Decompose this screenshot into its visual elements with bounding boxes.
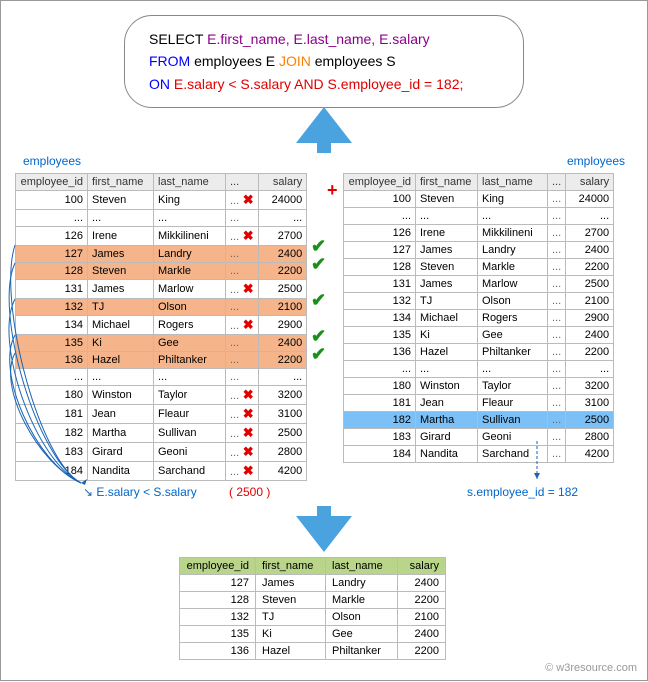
col-first-name: first_name (256, 558, 326, 575)
table-row: 132TJOlson2100 (180, 609, 446, 626)
table-row: 127JamesLandry...2400 (16, 246, 307, 263)
result-table: employee_id first_name last_name salary … (179, 557, 446, 660)
table-row: 183GirardGeoni... ✖2800 (16, 443, 307, 462)
table-row: 134MichaelRogers... ✖2900 (16, 316, 307, 335)
left-table-label: employees (23, 154, 81, 168)
sql-line-2: FROM employees E JOIN employees S (149, 50, 499, 72)
col-first-name: first_name (416, 174, 478, 191)
attribution-text: © w3resource.com (545, 662, 637, 674)
table-row: ............... (16, 210, 307, 227)
table-row: 184NanditaSarchand... ✖4200 (16, 462, 307, 481)
table-row: 180WinstonTaylor... ✖3200 (16, 386, 307, 405)
x-mark-icon: ✖ (242, 317, 254, 333)
kw-join: JOIN (279, 53, 311, 69)
table-row: 127JamesLandry...2400 (344, 242, 614, 259)
sql-statement-box: SELECT E.first_name, E.last_name, E.sala… (124, 15, 524, 108)
table-row: 100StevenKing...24000 (344, 191, 614, 208)
table-row: 184NanditaSarchand...4200 (344, 446, 614, 463)
right-table-label: employees (567, 154, 625, 168)
condition-left-value: ( 2500 ) (229, 485, 270, 499)
sql-table-s: employees S (315, 53, 396, 69)
col-first-name: first_name (88, 174, 154, 191)
condition-right-label: s.employee_id = 182 (467, 485, 578, 499)
col-salary: salary (566, 174, 614, 191)
table-row: 100StevenKing... ✖24000 (16, 191, 307, 210)
employees-table-s: employee_id first_name last_name ... sal… (343, 173, 614, 463)
x-mark-icon: ✖ (242, 192, 254, 208)
table-row: ............... (344, 361, 614, 378)
col-salary: salary (398, 558, 446, 575)
check-mark-icon: ✔ (311, 254, 326, 275)
col-last-name: last_name (478, 174, 548, 191)
employees-table-e: employee_id first_name last_name ... sal… (15, 173, 307, 481)
table-row: ............... (344, 208, 614, 225)
table-row: 128StevenMarkle2200 (180, 592, 446, 609)
kw-on: ON (149, 76, 170, 92)
kw-from: FROM (149, 53, 190, 69)
x-mark-icon: ✖ (242, 444, 254, 460)
x-mark-icon: ✖ (242, 406, 254, 422)
arrow-down-icon (296, 516, 352, 552)
condition-left-text: E.salary < S.salary (96, 485, 196, 499)
col-dots: ... (226, 174, 259, 191)
kw-select: SELECT (149, 31, 203, 47)
table-row: 136HazelPhiltanker...2200 (344, 344, 614, 361)
table-row: 181JeanFleaur... ✖3100 (16, 405, 307, 424)
table-row: 134MichaelRogers...2900 (344, 310, 614, 327)
table-row: ............... (16, 369, 307, 386)
col-employee-id: employee_id (344, 174, 416, 191)
table-row: 128StevenMarkle...2200 (344, 259, 614, 276)
arrow-up-icon (296, 107, 352, 143)
table-header: employee_id first_name last_name ... sal… (16, 174, 307, 191)
sql-table-e: employees E (194, 53, 275, 69)
table-row: 136HazelPhiltanker2200 (180, 643, 446, 660)
table-row: 136HazelPhiltanker...2200 (16, 352, 307, 369)
table-header: employee_id first_name last_name ... sal… (344, 174, 614, 191)
x-mark-icon: ✖ (242, 463, 254, 479)
condition-left-label: ↘ E.salary < S.salary (83, 485, 197, 499)
x-mark-icon: ✖ (242, 228, 254, 244)
table-row: 135KiGee...2400 (344, 327, 614, 344)
table-row: 135KiGee...2400 (16, 335, 307, 352)
table-row: 180WinstonTaylor...3200 (344, 378, 614, 395)
sql-line-1: SELECT E.first_name, E.last_name, E.sala… (149, 28, 499, 50)
table-row: 135KiGee2400 (180, 626, 446, 643)
col-last-name: last_name (326, 558, 398, 575)
table-row: 128StevenMarkle...2200 (16, 263, 307, 280)
col-dots: ... (548, 174, 566, 191)
col-employee-id: employee_id (16, 174, 88, 191)
table-row: 182MarthaSullivan...2500 (344, 412, 614, 429)
table-row: 127JamesLandry2400 (180, 575, 446, 592)
table-row: 126IreneMikkilineni...2700 (344, 225, 614, 242)
col-employee-id: employee_id (180, 558, 256, 575)
table-row: 131JamesMarlow... ✖2500 (16, 280, 307, 299)
table-header: employee_id first_name last_name salary (180, 558, 446, 575)
table-row: 183GirardGeoni...2800 (344, 429, 614, 446)
table-row: 132TJOlson...2100 (16, 299, 307, 316)
col-salary: salary (259, 174, 307, 191)
plus-icon: + (327, 180, 338, 201)
sql-line-3: ON E.salary < S.salary AND S.employee_id… (149, 73, 499, 95)
x-mark-icon: ✖ (242, 281, 254, 297)
sql-condition: E.salary < S.salary AND S.employee_id = … (174, 76, 463, 92)
table-row: 182MarthaSullivan... ✖2500 (16, 424, 307, 443)
table-row: 131JamesMarlow...2500 (344, 276, 614, 293)
x-mark-icon: ✖ (242, 387, 254, 403)
x-mark-icon: ✖ (242, 425, 254, 441)
col-last-name: last_name (154, 174, 226, 191)
sql-columns: E.first_name, E.last_name, E.salary (207, 31, 430, 47)
table-row: 132TJOlson...2100 (344, 293, 614, 310)
check-mark-icon: ✔ (311, 344, 326, 365)
table-row: 181JeanFleaur...3100 (344, 395, 614, 412)
check-mark-icon: ✔ (311, 290, 326, 311)
table-row: 126IreneMikkilineni... ✖2700 (16, 227, 307, 246)
